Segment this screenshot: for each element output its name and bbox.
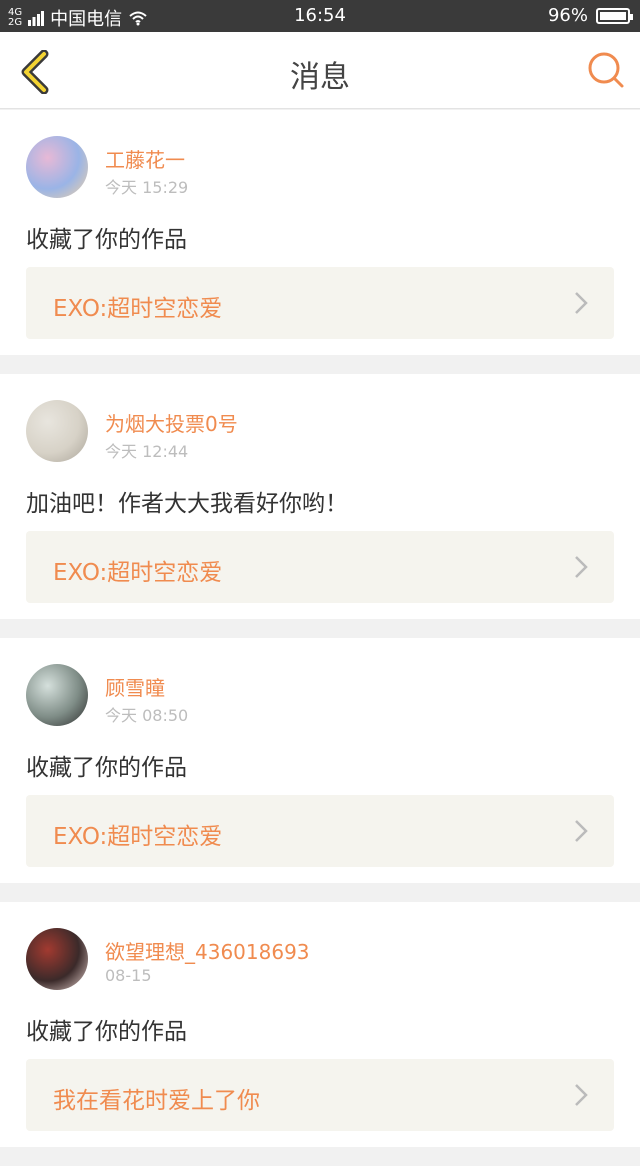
battery-icon — [596, 7, 633, 24]
username[interactable]: 工藤花一 — [105, 144, 185, 173]
chevron-right-icon — [575, 556, 588, 578]
page-title: 消息 — [290, 60, 350, 95]
message-time: 今天 15:29 — [105, 178, 189, 197]
message-card: 欲望理想_436018693 08-15 收藏了你的作品 我在看花时爱上了你 — [0, 902, 640, 1147]
message-card: 工藤花一 今天 15:29 收藏了你的作品 EXO:超时空恋爱 — [0, 110, 640, 355]
work-title: EXO:超时空恋爱 — [53, 296, 223, 322]
username[interactable]: 欲望理想_436018693 — [105, 936, 310, 965]
username[interactable]: 为烟大投票0号 — [105, 408, 238, 437]
chevron-right-icon — [575, 292, 588, 314]
message-time: 08-15 — [105, 966, 152, 985]
work-link[interactable]: EXO:超时空恋爱 — [26, 795, 614, 867]
avatar[interactable] — [26, 928, 88, 990]
message-text: 收藏了你的作品 — [26, 227, 187, 253]
message-card: 顾雪瞳 今天 08:50 收藏了你的作品 EXO:超时空恋爱 — [0, 638, 640, 883]
avatar[interactable] — [26, 136, 88, 198]
work-link[interactable]: 我在看花时爱上了你 — [26, 1059, 614, 1131]
work-link[interactable]: EXO:超时空恋爱 — [26, 267, 614, 339]
status-bar: 4G 2G 中国电信 16:54 96% — [0, 0, 640, 32]
avatar[interactable] — [26, 400, 88, 462]
chevron-right-icon — [575, 1084, 588, 1106]
chevron-right-icon — [575, 820, 588, 842]
work-link[interactable]: EXO:超时空恋爱 — [26, 531, 614, 603]
work-title: 我在看花时爱上了你 — [53, 1088, 260, 1114]
username[interactable]: 顾雪瞳 — [105, 672, 165, 701]
avatar[interactable] — [26, 664, 88, 726]
search-icon[interactable] — [586, 50, 626, 90]
message-text: 收藏了你的作品 — [26, 1019, 187, 1045]
message-time: 今天 12:44 — [105, 442, 189, 461]
message-text: 加油吧！作者大大我看好你哟！ — [26, 491, 348, 517]
work-title: EXO:超时空恋爱 — [53, 824, 223, 850]
message-time: 今天 08:50 — [105, 706, 189, 725]
work-title: EXO:超时空恋爱 — [53, 560, 223, 586]
message-text: 收藏了你的作品 — [26, 755, 187, 781]
message-card: 为烟大投票0号 今天 12:44 加油吧！作者大大我看好你哟！ EXO:超时空恋… — [0, 374, 640, 619]
status-time: 16:54 — [294, 5, 346, 26]
top-navigation-bar: 消息 — [0, 32, 640, 109]
battery-percent: 96% — [547, 5, 588, 26]
message-list: 工藤花一 今天 15:29 收藏了你的作品 EXO:超时空恋爱 为烟大投票0号 … — [0, 110, 640, 1166]
